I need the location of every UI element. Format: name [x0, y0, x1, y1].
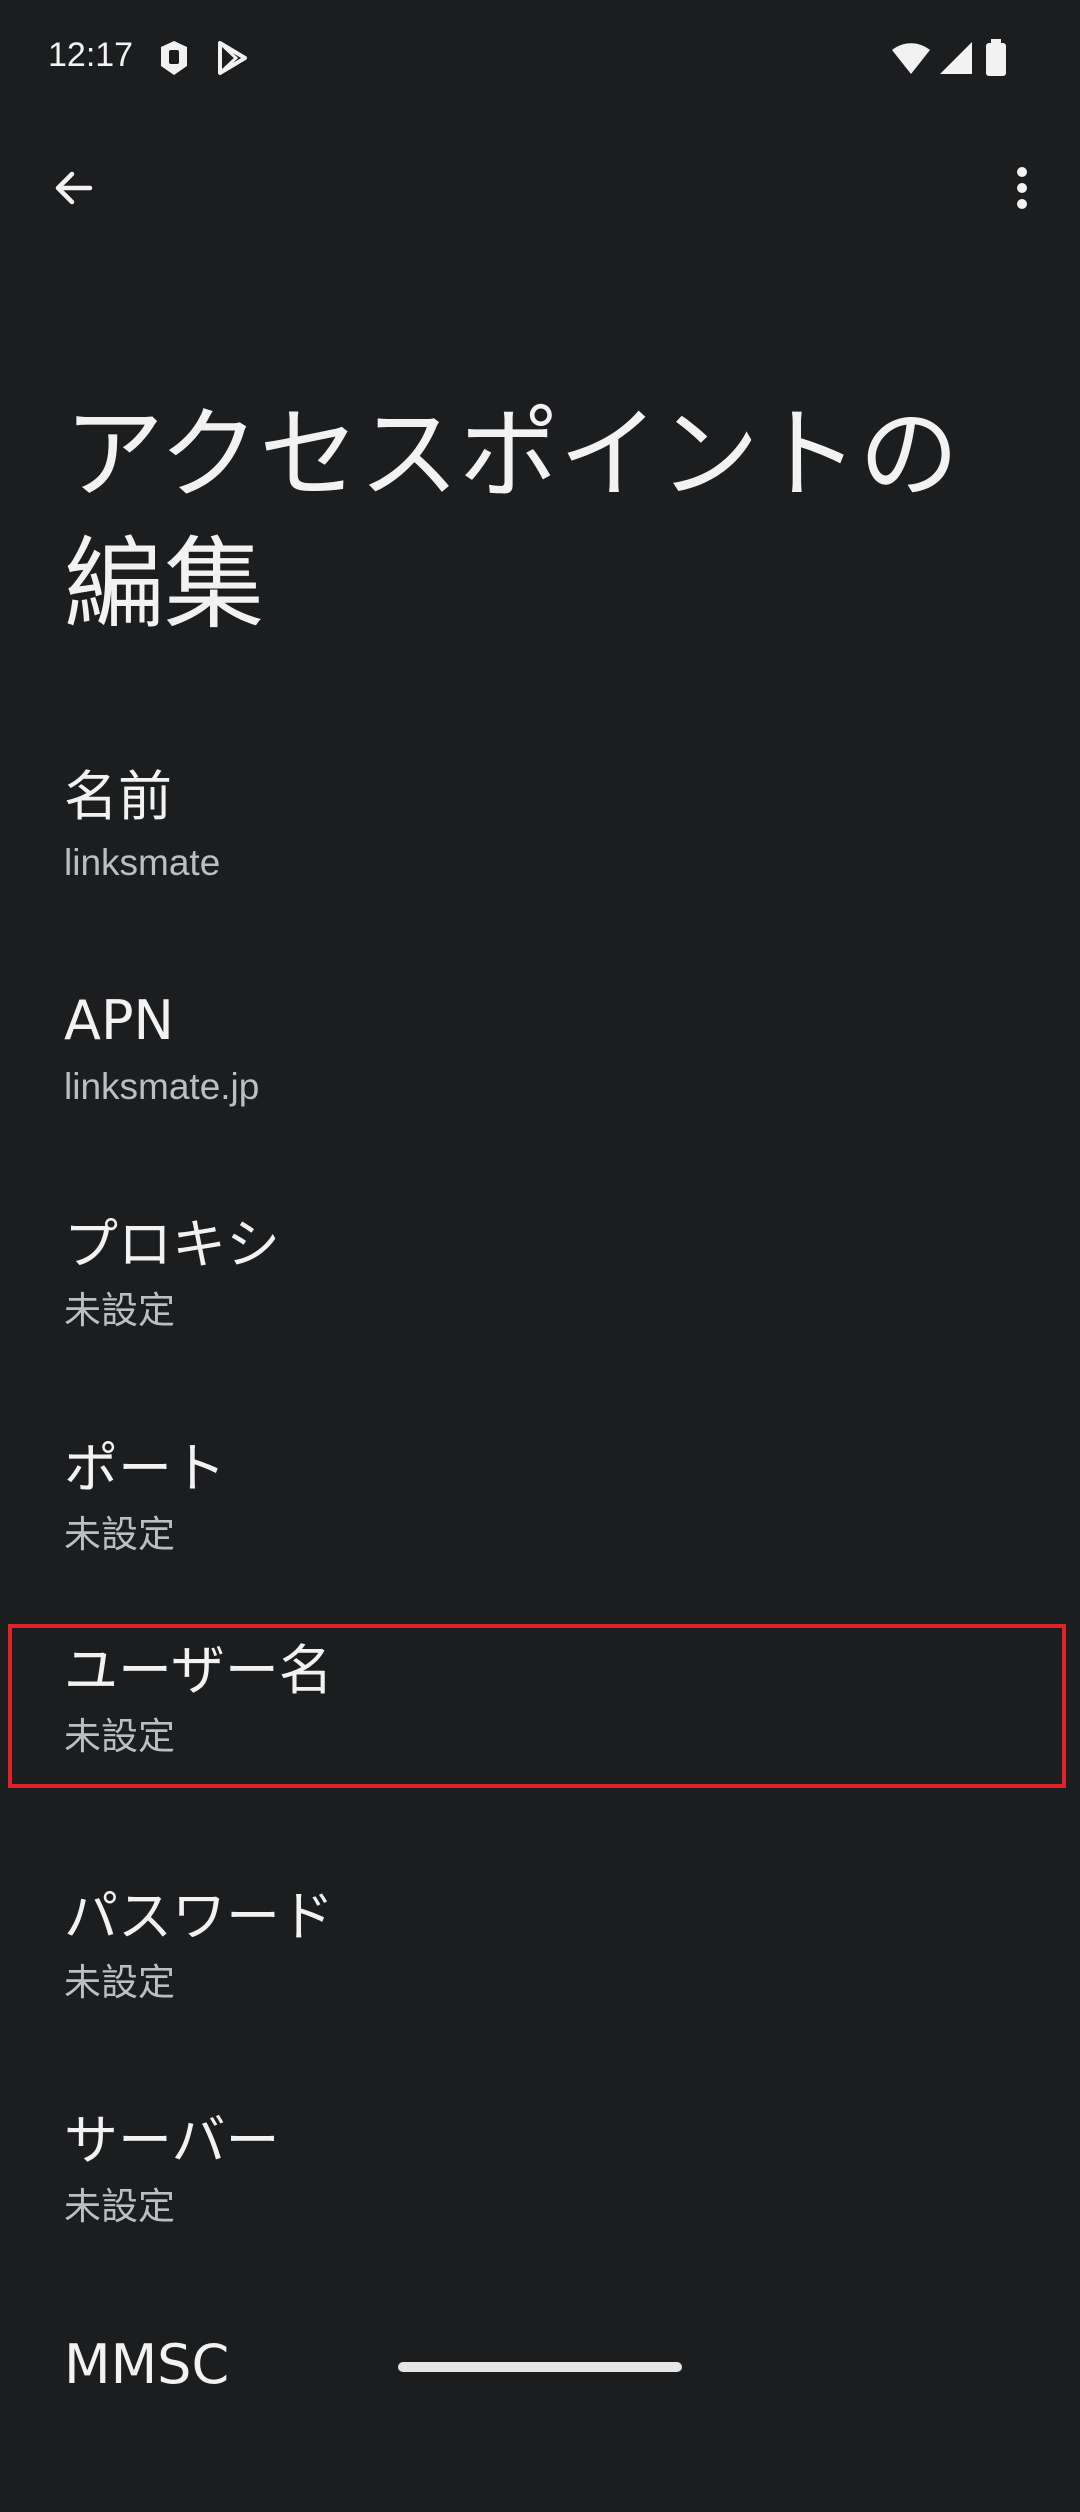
pref-password[interactable]: パスワード 未設定 — [0, 1840, 1080, 2064]
pref-summary: 未設定 — [64, 2186, 175, 2227]
page-title: アクセスポイントの編集 — [64, 396, 959, 643]
gesture-nav-handle[interactable] — [398, 2362, 682, 2372]
pref-mmsc[interactable]: MMSC — [0, 2288, 1080, 2512]
assistant-icon — [154, 38, 194, 78]
pref-summary: 未設定 — [64, 1962, 175, 2003]
more-options-button[interactable] — [974, 140, 1070, 236]
pref-title: パスワード — [64, 1885, 334, 1948]
preference-list: 名前 linksmate APN linksmate.jp プロキシ 未設定 ポ… — [0, 720, 1080, 2512]
pref-username[interactable]: ユーザー名 未設定 — [8, 1624, 1066, 1788]
pref-title: APN — [64, 989, 174, 1052]
pref-port[interactable]: ポート 未設定 — [0, 1392, 1080, 1616]
toolbar — [0, 140, 1080, 244]
pref-server[interactable]: サーバー 未設定 — [0, 2064, 1080, 2288]
pref-title: サーバー — [64, 2109, 280, 2172]
more-vert-icon — [1017, 167, 1027, 209]
pref-title: ポート — [64, 1437, 226, 1500]
pref-apn[interactable]: APN linksmate.jp — [0, 944, 1080, 1168]
pref-proxy[interactable]: プロキシ 未設定 — [0, 1168, 1080, 1392]
status-bar: 12:17 — [0, 0, 1080, 116]
pref-summary: linksmate — [64, 842, 221, 883]
play-store-icon — [212, 38, 252, 78]
battery-icon — [982, 38, 1010, 78]
pref-summary: 未設定 — [64, 1716, 175, 1757]
pref-summary: 未設定 — [64, 1290, 175, 1331]
status-time: 12:17 — [48, 36, 134, 74]
signal-icon — [936, 38, 976, 78]
pref-summary: 未設定 — [64, 1514, 175, 1555]
back-button[interactable] — [26, 140, 122, 236]
pref-summary: linksmate.jp — [64, 1066, 260, 1107]
pref-title: プロキシ — [64, 1213, 280, 1276]
wifi-icon — [890, 38, 932, 78]
pref-title: ユーザー名 — [64, 1639, 333, 1702]
pref-title: 名前 — [64, 765, 172, 828]
pref-name[interactable]: 名前 linksmate — [0, 720, 1080, 944]
back-arrow-icon — [55, 171, 93, 205]
